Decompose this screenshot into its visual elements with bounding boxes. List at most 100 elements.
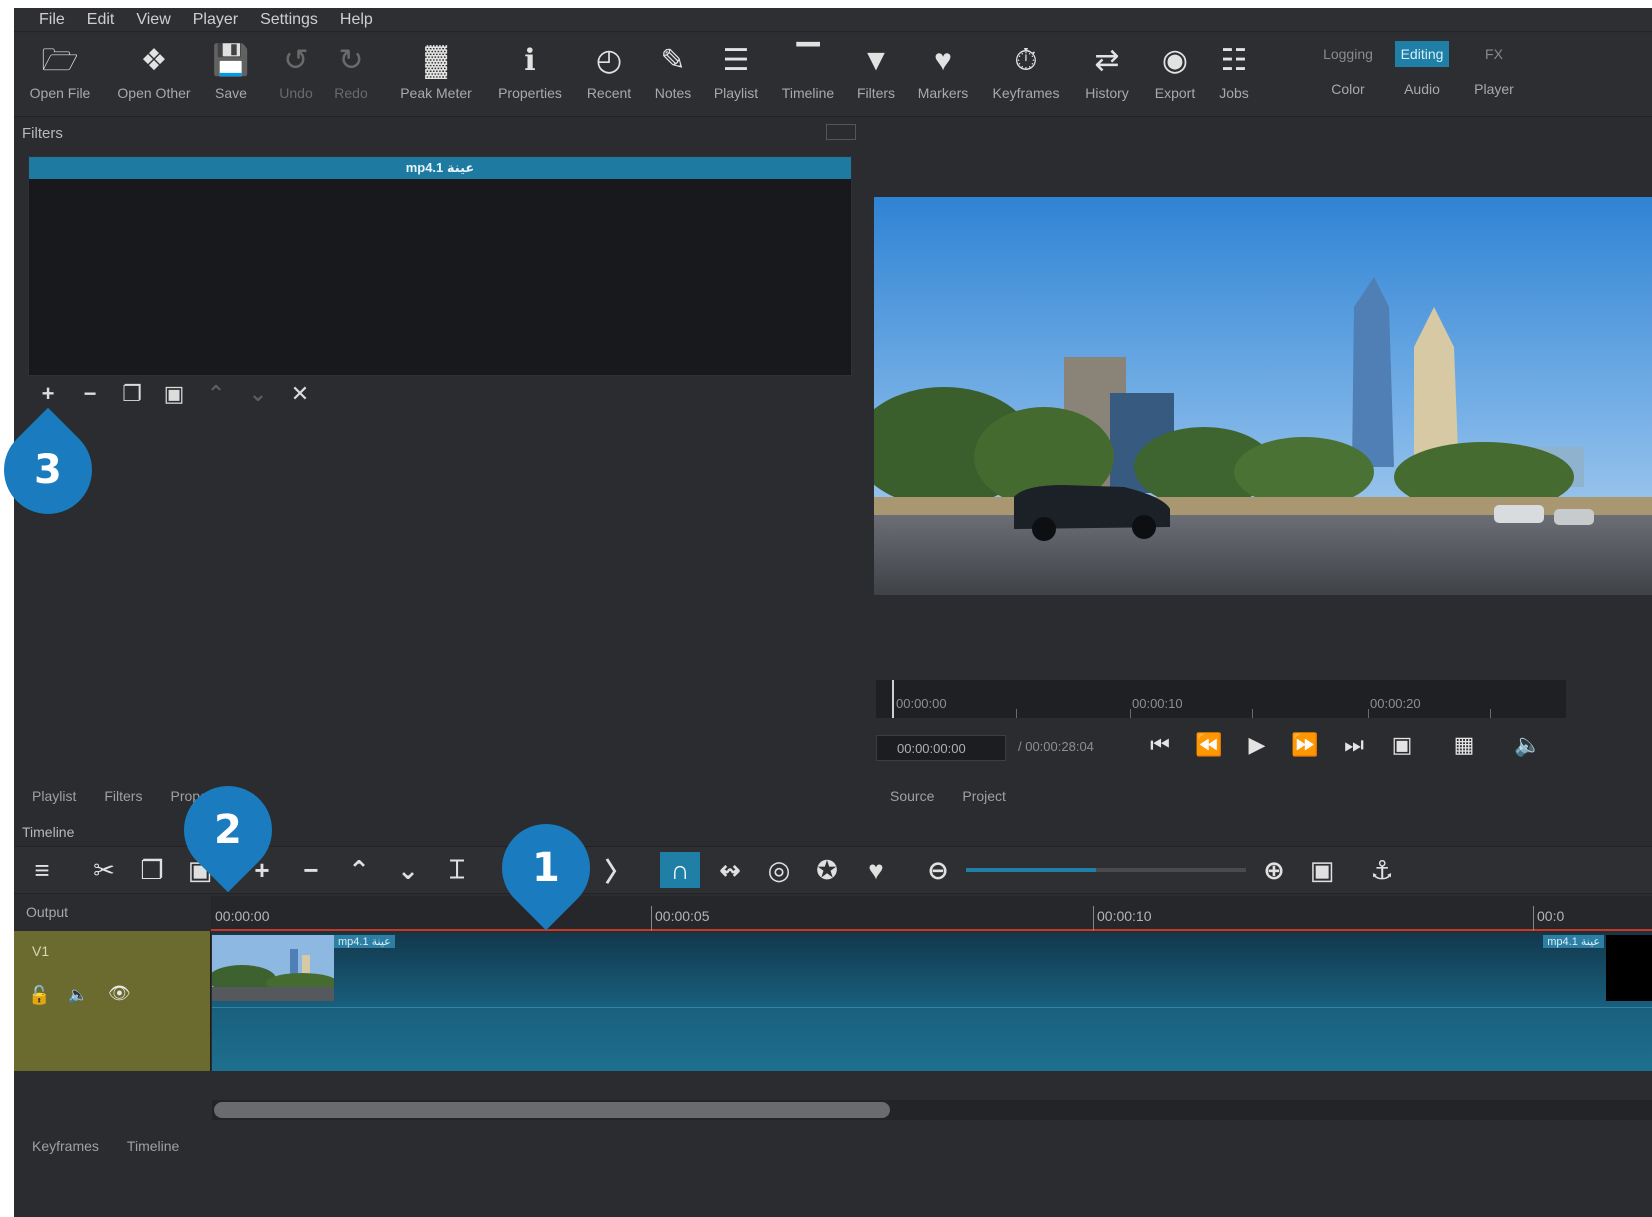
funnel-icon: ▼	[861, 44, 891, 77]
callout-1-number: 1	[532, 845, 560, 891]
keyframes-button[interactable]: ⏱ Keyframes	[981, 41, 1071, 102]
tab-playlist[interactable]: Playlist	[18, 782, 90, 810]
ruler-tick	[1016, 709, 1017, 718]
player-playhead[interactable]	[892, 680, 894, 718]
layout-player[interactable]: Player	[1474, 81, 1514, 97]
folder-icon: 🗁	[41, 44, 79, 77]
deselect-filter-button[interactable]: ✕	[284, 378, 316, 410]
timeline-icon: ▔	[796, 44, 820, 77]
menu-bar: File Edit View Player Settings Help	[14, 8, 1652, 32]
menu-player[interactable]: Player	[182, 11, 249, 29]
layout-logging[interactable]: Logging	[1317, 41, 1379, 67]
tab-source[interactable]: Source	[876, 782, 948, 810]
peak-meter-button[interactable]: ▓ Peak Meter	[391, 41, 481, 102]
tab-filters[interactable]: Filters	[90, 782, 156, 810]
callout-2-number: 2	[214, 807, 242, 853]
dock-float-close-icon[interactable]	[826, 124, 856, 140]
layout-logging-color[interactable]: Logging Color	[1308, 41, 1388, 97]
scrub-icon[interactable]: ↭	[710, 852, 750, 888]
tab-timeline[interactable]: Timeline	[113, 1132, 193, 1160]
split-icon[interactable]: ⌶	[437, 852, 477, 888]
redo-icon: ↻	[338, 44, 364, 77]
tab-project[interactable]: Project	[948, 782, 1020, 810]
timecode-field[interactable]: 00:00:00:00	[876, 735, 1006, 761]
play-icon[interactable]: ▶	[1237, 732, 1277, 758]
zoom-fit-icon[interactable]: ▣	[1382, 732, 1422, 758]
layout-fx[interactable]: FX	[1479, 41, 1509, 67]
zoom-slider-fill[interactable]	[966, 868, 1096, 872]
layout-audio[interactable]: Audio	[1404, 81, 1440, 97]
fast-forward-icon[interactable]: ⏩	[1285, 732, 1325, 758]
properties-button[interactable]: ℹ Properties	[485, 41, 575, 102]
eye-icon[interactable]: 👁	[108, 983, 131, 1004]
layout-editing[interactable]: Editing	[1394, 41, 1450, 67]
move-filter-down-button[interactable]: ⌄	[242, 378, 274, 410]
ripple-markers-icon[interactable]: ♥	[856, 852, 896, 888]
filters-panel-title: Filters	[22, 125, 63, 142]
timeline-label-0: 00:00:00	[215, 908, 270, 924]
layout-editing-audio[interactable]: Editing Audio	[1382, 41, 1462, 97]
player-ruler[interactable]: 00:00:00 00:00:10 00:00:20	[876, 680, 1566, 718]
layout-fx-player[interactable]: FX Player	[1454, 41, 1534, 97]
tab-keyframes[interactable]: Keyframes	[18, 1132, 113, 1160]
clip-thumbnail-image	[212, 935, 334, 1001]
menu-file[interactable]: File	[28, 11, 76, 29]
skip-to-start-icon[interactable]: ⏮	[1140, 732, 1180, 758]
paste-filter-button[interactable]: ▣	[158, 378, 190, 410]
notes-icon: ✎	[660, 44, 686, 77]
markers-button[interactable]: ♥ Markers	[898, 41, 988, 102]
menu-edit[interactable]: Edit	[76, 11, 126, 29]
layout-color[interactable]: Color	[1331, 81, 1364, 97]
peak-meter-label: Peak Meter	[400, 85, 472, 101]
peak-meter-icon: ▓	[425, 44, 447, 77]
add-filter-button[interactable]: +	[32, 378, 64, 410]
next-icon[interactable]: 〉	[598, 852, 638, 888]
ripple-all-icon[interactable]: ✪	[807, 852, 847, 888]
move-filter-up-button[interactable]: ⌃	[200, 378, 232, 410]
copy-icon[interactable]: ❐	[132, 852, 172, 888]
timeline-menu-icon[interactable]: ≡	[22, 852, 62, 888]
marker-icon: ♥	[934, 44, 952, 77]
lock-icon[interactable]: 🔓	[28, 985, 50, 1006]
volume-icon[interactable]: 🔈	[1508, 732, 1548, 758]
menu-help[interactable]: Help	[329, 11, 384, 29]
ripple-icon[interactable]: ◎	[759, 852, 799, 888]
jobs-icon: ☷	[1220, 44, 1248, 77]
rewind-icon[interactable]: ⏪	[1189, 732, 1229, 758]
menu-settings[interactable]: Settings	[249, 11, 329, 29]
redo-button[interactable]: ↻ Redo	[306, 41, 396, 102]
jobs-button[interactable]: ☷ Jobs	[1189, 41, 1279, 102]
mute-icon[interactable]: 🔈	[68, 985, 88, 1005]
timeline-scrollbar[interactable]	[214, 1102, 890, 1118]
ruler-tick	[1490, 709, 1491, 718]
open-file-button[interactable]: 🗁 Open File	[15, 41, 105, 102]
copy-filter-button[interactable]: ❐	[116, 378, 148, 410]
open-file-label: Open File	[29, 85, 91, 101]
clock-icon: ◴	[595, 44, 623, 77]
menu-view[interactable]: View	[125, 11, 181, 29]
timeline-clip[interactable]: mp4.1 عينة mp4.1 عينة	[212, 933, 1652, 1071]
clip-end-frame	[1606, 935, 1652, 1001]
record-audio-icon[interactable]: ⚓	[1362, 852, 1402, 888]
skip-to-end-icon[interactable]: ⏭	[1334, 732, 1374, 758]
ripple-delete-icon[interactable]: −	[291, 852, 331, 888]
filter-list[interactable]: mp4.1 عينة	[28, 156, 852, 376]
keyframes-label: Keyframes	[992, 85, 1060, 101]
grid-icon[interactable]: ▦	[1444, 732, 1484, 758]
zoom-out-icon[interactable]: ⊖	[918, 852, 958, 888]
recent-label: Recent	[586, 85, 632, 101]
cut-icon[interactable]: ✂	[84, 852, 124, 888]
zoom-slider-track[interactable]	[1096, 868, 1246, 872]
lift-icon[interactable]: ⌃	[339, 852, 379, 888]
zoom-fit-timeline-icon[interactable]: ▣	[1302, 852, 1342, 888]
remove-filter-button[interactable]: −	[74, 378, 106, 410]
snap-magnet-icon[interactable]: ∩	[660, 852, 700, 888]
timeline-title: Timeline	[22, 824, 75, 840]
timeline-ruler[interactable]: 00:00:00 00:00:05 00:00:10 00:0	[211, 896, 1652, 931]
open-other-label: Open Other	[117, 85, 191, 101]
track-header-v1[interactable]: V1 🔓 🔈 👁	[14, 931, 211, 1071]
timeline-tick	[1093, 906, 1094, 931]
history-label: History	[1085, 85, 1129, 101]
zoom-in-icon[interactable]: ⊕	[1254, 852, 1294, 888]
overwrite-icon[interactable]: ⌄	[388, 852, 428, 888]
